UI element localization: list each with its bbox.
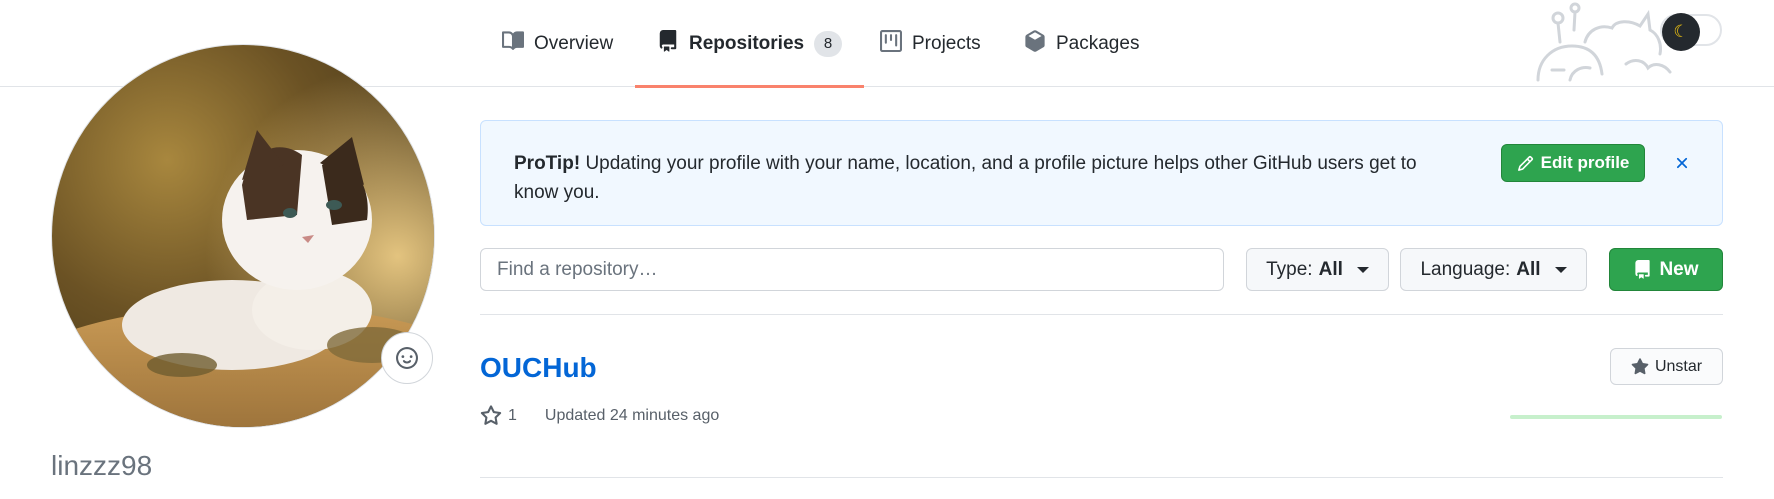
avatar[interactable] xyxy=(51,44,435,428)
repository-updated-time: Updated 24 minutes ago xyxy=(544,407,720,424)
star-fill-icon xyxy=(1631,357,1649,374)
tab-overview[interactable]: Overview xyxy=(502,0,613,87)
repository-meta: 1 Updated 24 minutes ago xyxy=(480,405,719,427)
repository-star-count: 1 xyxy=(508,407,517,424)
book-icon xyxy=(502,30,525,58)
tab-packages[interactable]: Packages xyxy=(1024,0,1139,87)
list-divider xyxy=(480,477,1723,478)
repo-icon xyxy=(1635,260,1651,279)
pencil-icon xyxy=(1517,155,1533,171)
set-status-button[interactable] xyxy=(381,332,433,384)
repository-stars-link[interactable]: 1 xyxy=(480,405,517,427)
close-icon xyxy=(1676,157,1688,169)
tab-overview-label: Overview xyxy=(534,32,614,54)
tab-repositories[interactable]: Repositories 8 xyxy=(634,0,865,88)
repo-icon xyxy=(657,29,679,58)
type-filter-value: All xyxy=(1318,258,1343,280)
octocat-illustration xyxy=(1536,2,1672,82)
language-filter-label: Language: xyxy=(1420,258,1511,280)
new-repository-label: New xyxy=(1659,258,1699,280)
unstar-label: Unstar xyxy=(1654,357,1703,375)
protip-text: ProTip! Updating your profile with your … xyxy=(514,149,1444,207)
language-filter-dropdown[interactable]: Language: All xyxy=(1400,248,1587,291)
type-filter-label: Type: xyxy=(1266,258,1313,280)
caret-down-icon xyxy=(1356,266,1369,273)
tab-projects[interactable]: Projects xyxy=(880,0,981,87)
unstar-button[interactable]: Unstar xyxy=(1610,348,1723,385)
repository-name-link[interactable]: OUCHub xyxy=(480,352,597,384)
type-filter-dropdown[interactable]: Type: All xyxy=(1246,248,1389,291)
project-icon xyxy=(880,29,902,58)
dismiss-protip-button[interactable] xyxy=(1667,148,1697,178)
edit-profile-button[interactable]: Edit profile xyxy=(1501,144,1645,182)
theme-toggle[interactable]: ☾ xyxy=(1660,13,1722,51)
language-filter-value: All xyxy=(1516,258,1541,280)
tab-projects-label: Projects xyxy=(912,32,981,54)
protip-banner: ProTip! Updating your profile with your … xyxy=(480,120,1723,226)
list-divider xyxy=(480,314,1723,315)
smiley-icon xyxy=(396,347,418,369)
protip-message: Updating your profile with your name, lo… xyxy=(514,153,1417,203)
repo-count-badge: 8 xyxy=(814,30,843,57)
edit-profile-label: Edit profile xyxy=(1540,153,1630,172)
activity-sparkline xyxy=(1510,415,1722,419)
avatar-cat-photo xyxy=(52,45,434,427)
find-repository-input[interactable] xyxy=(480,248,1224,291)
tab-repositories-label: Repositories xyxy=(689,32,805,54)
tab-packages-label: Packages xyxy=(1056,32,1140,54)
moon-icon: ☾ xyxy=(1662,13,1700,51)
package-icon xyxy=(1024,29,1046,58)
star-icon xyxy=(480,405,502,425)
protip-title: ProTip! xyxy=(514,153,581,174)
caret-down-icon xyxy=(1554,266,1567,273)
profile-username: linzzz98 xyxy=(51,450,153,481)
new-repository-button[interactable]: New xyxy=(1609,248,1723,291)
